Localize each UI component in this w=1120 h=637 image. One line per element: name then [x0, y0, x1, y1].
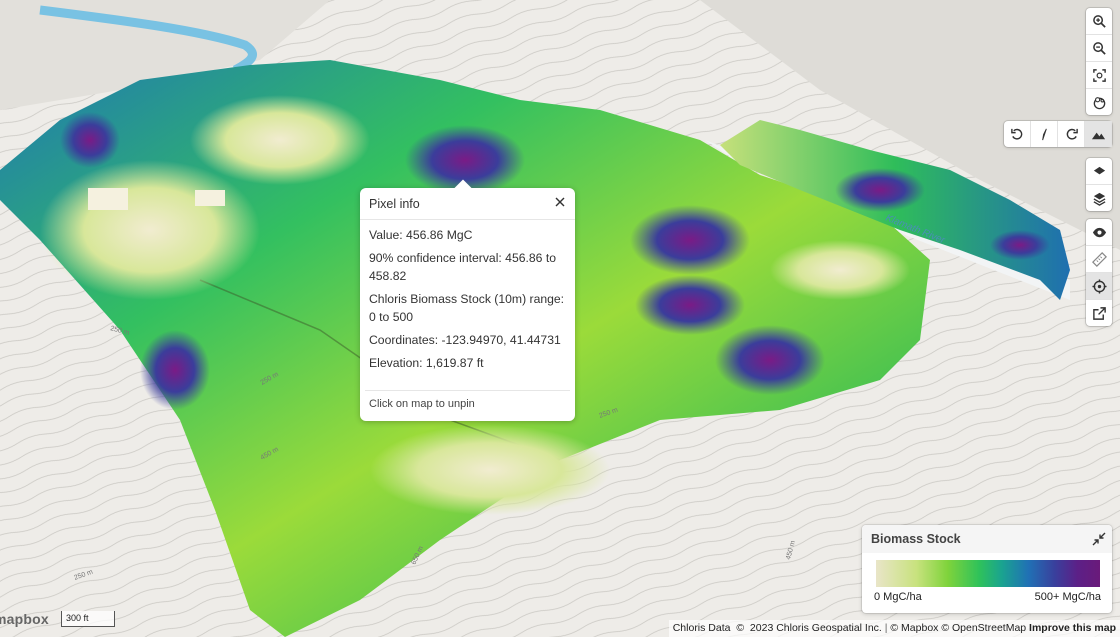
high-biomass-hotspot: [630, 205, 750, 275]
rotation-controls: [1004, 121, 1112, 147]
attribution-chloris-link[interactable]: Chloris Data: [673, 622, 731, 634]
legend-min-label: 0 MgC/ha: [874, 591, 922, 603]
pixel-value: Value: 456.86 MgC: [369, 228, 473, 242]
biomass-legend: Biomass Stock 0 MgC/ha 500+ MgC/ha: [862, 525, 1112, 613]
fullscreen-icon: [1092, 68, 1106, 82]
visibility-button[interactable]: [1086, 219, 1112, 246]
fullscreen-button[interactable]: [1086, 62, 1112, 89]
eye-icon: [1092, 227, 1106, 237]
tool-controls: [1086, 219, 1112, 326]
zoom-out-icon: [1092, 41, 1106, 55]
high-biomass-hotspot: [990, 230, 1050, 260]
ruler-icon: [1091, 251, 1107, 267]
zoom-out-button[interactable]: [1086, 35, 1112, 62]
bare-patch: [88, 188, 128, 210]
bare-patch: [195, 190, 225, 206]
popup-header: Pixel info: [360, 188, 575, 220]
layer-icon: [1093, 166, 1105, 174]
collapse-icon[interactable]: [1092, 532, 1106, 546]
external-link-icon: [1092, 306, 1106, 320]
attribution-copyright: 2023 Chloris Geospatial Inc.: [749, 622, 882, 634]
pixel-elevation: Elevation: 1,619.87 ft: [369, 356, 484, 370]
rotate-left-icon: [1010, 128, 1022, 140]
legend-title: Biomass Stock: [871, 532, 961, 546]
terrain-button[interactable]: [1085, 121, 1112, 147]
locate-button[interactable]: [1086, 273, 1112, 300]
legend-max-label: 500+ MgC/ha: [1034, 591, 1101, 603]
rotate-right-icon: [1066, 128, 1078, 140]
pixel-info-popup: Pixel info Value: 456.86 MgC 90% confide…: [360, 179, 575, 421]
layer-controls: [1086, 158, 1112, 211]
compass-icon: [1041, 128, 1047, 140]
attribution-mapbox-link[interactable]: © Mapbox: [890, 622, 938, 634]
locate-icon: [1091, 278, 1107, 294]
pixel-coordinates: Coordinates: -123.94970, 41.44731: [369, 333, 561, 347]
improve-map-link[interactable]: Improve this map: [1029, 622, 1116, 634]
high-biomass-hotspot: [635, 275, 745, 335]
layer-range: Chloris Biomass Stock (10m) range: 0 to …: [369, 292, 565, 324]
scale-bar: 300 ft: [61, 611, 115, 627]
zoom-in-button[interactable]: [1086, 8, 1112, 35]
zoom-in-icon: [1092, 14, 1106, 28]
attribution-osm-link[interactable]: © OpenStreetMap: [941, 622, 1026, 634]
high-biomass-hotspot: [140, 330, 210, 410]
low-biomass-patch: [190, 95, 370, 185]
high-biomass-hotspot: [835, 168, 925, 212]
popup-body: Value: 456.86 MgC 90% confidence interva…: [360, 220, 575, 372]
high-biomass-hotspot: [60, 112, 120, 168]
rotate-left-button[interactable]: [1004, 121, 1031, 147]
popup-footer: Click on map to unpin: [365, 390, 570, 410]
zoom-controls: [1086, 8, 1112, 115]
open-external-button[interactable]: [1086, 300, 1112, 326]
terrain-icon: [1091, 132, 1105, 139]
attribution: Chloris Data © 2023 Chloris Geospatial I…: [668, 620, 1120, 637]
low-biomass-patch: [40, 160, 260, 300]
base-layer-button[interactable]: [1086, 158, 1112, 185]
low-biomass-patch: [770, 240, 910, 300]
confidence-interval: 90% confidence interval: 456.86 to 458.8…: [369, 251, 557, 283]
globe-button[interactable]: [1086, 89, 1112, 115]
copyright-icon: ©: [733, 622, 747, 634]
globe-icon: [1093, 96, 1105, 109]
layers-button[interactable]: [1086, 185, 1112, 211]
layers-stack-icon: [1093, 192, 1105, 206]
measure-button[interactable]: [1086, 246, 1112, 273]
high-biomass-hotspot: [715, 325, 825, 395]
legend-color-ramp: [876, 560, 1100, 587]
low-biomass-patch: [370, 425, 610, 515]
close-icon[interactable]: [554, 196, 566, 208]
popup-title: Pixel info: [369, 196, 420, 211]
mapbox-logo[interactable]: mapbox: [0, 611, 49, 627]
rotate-right-button[interactable]: [1058, 121, 1085, 147]
compass-button[interactable]: [1031, 121, 1058, 147]
